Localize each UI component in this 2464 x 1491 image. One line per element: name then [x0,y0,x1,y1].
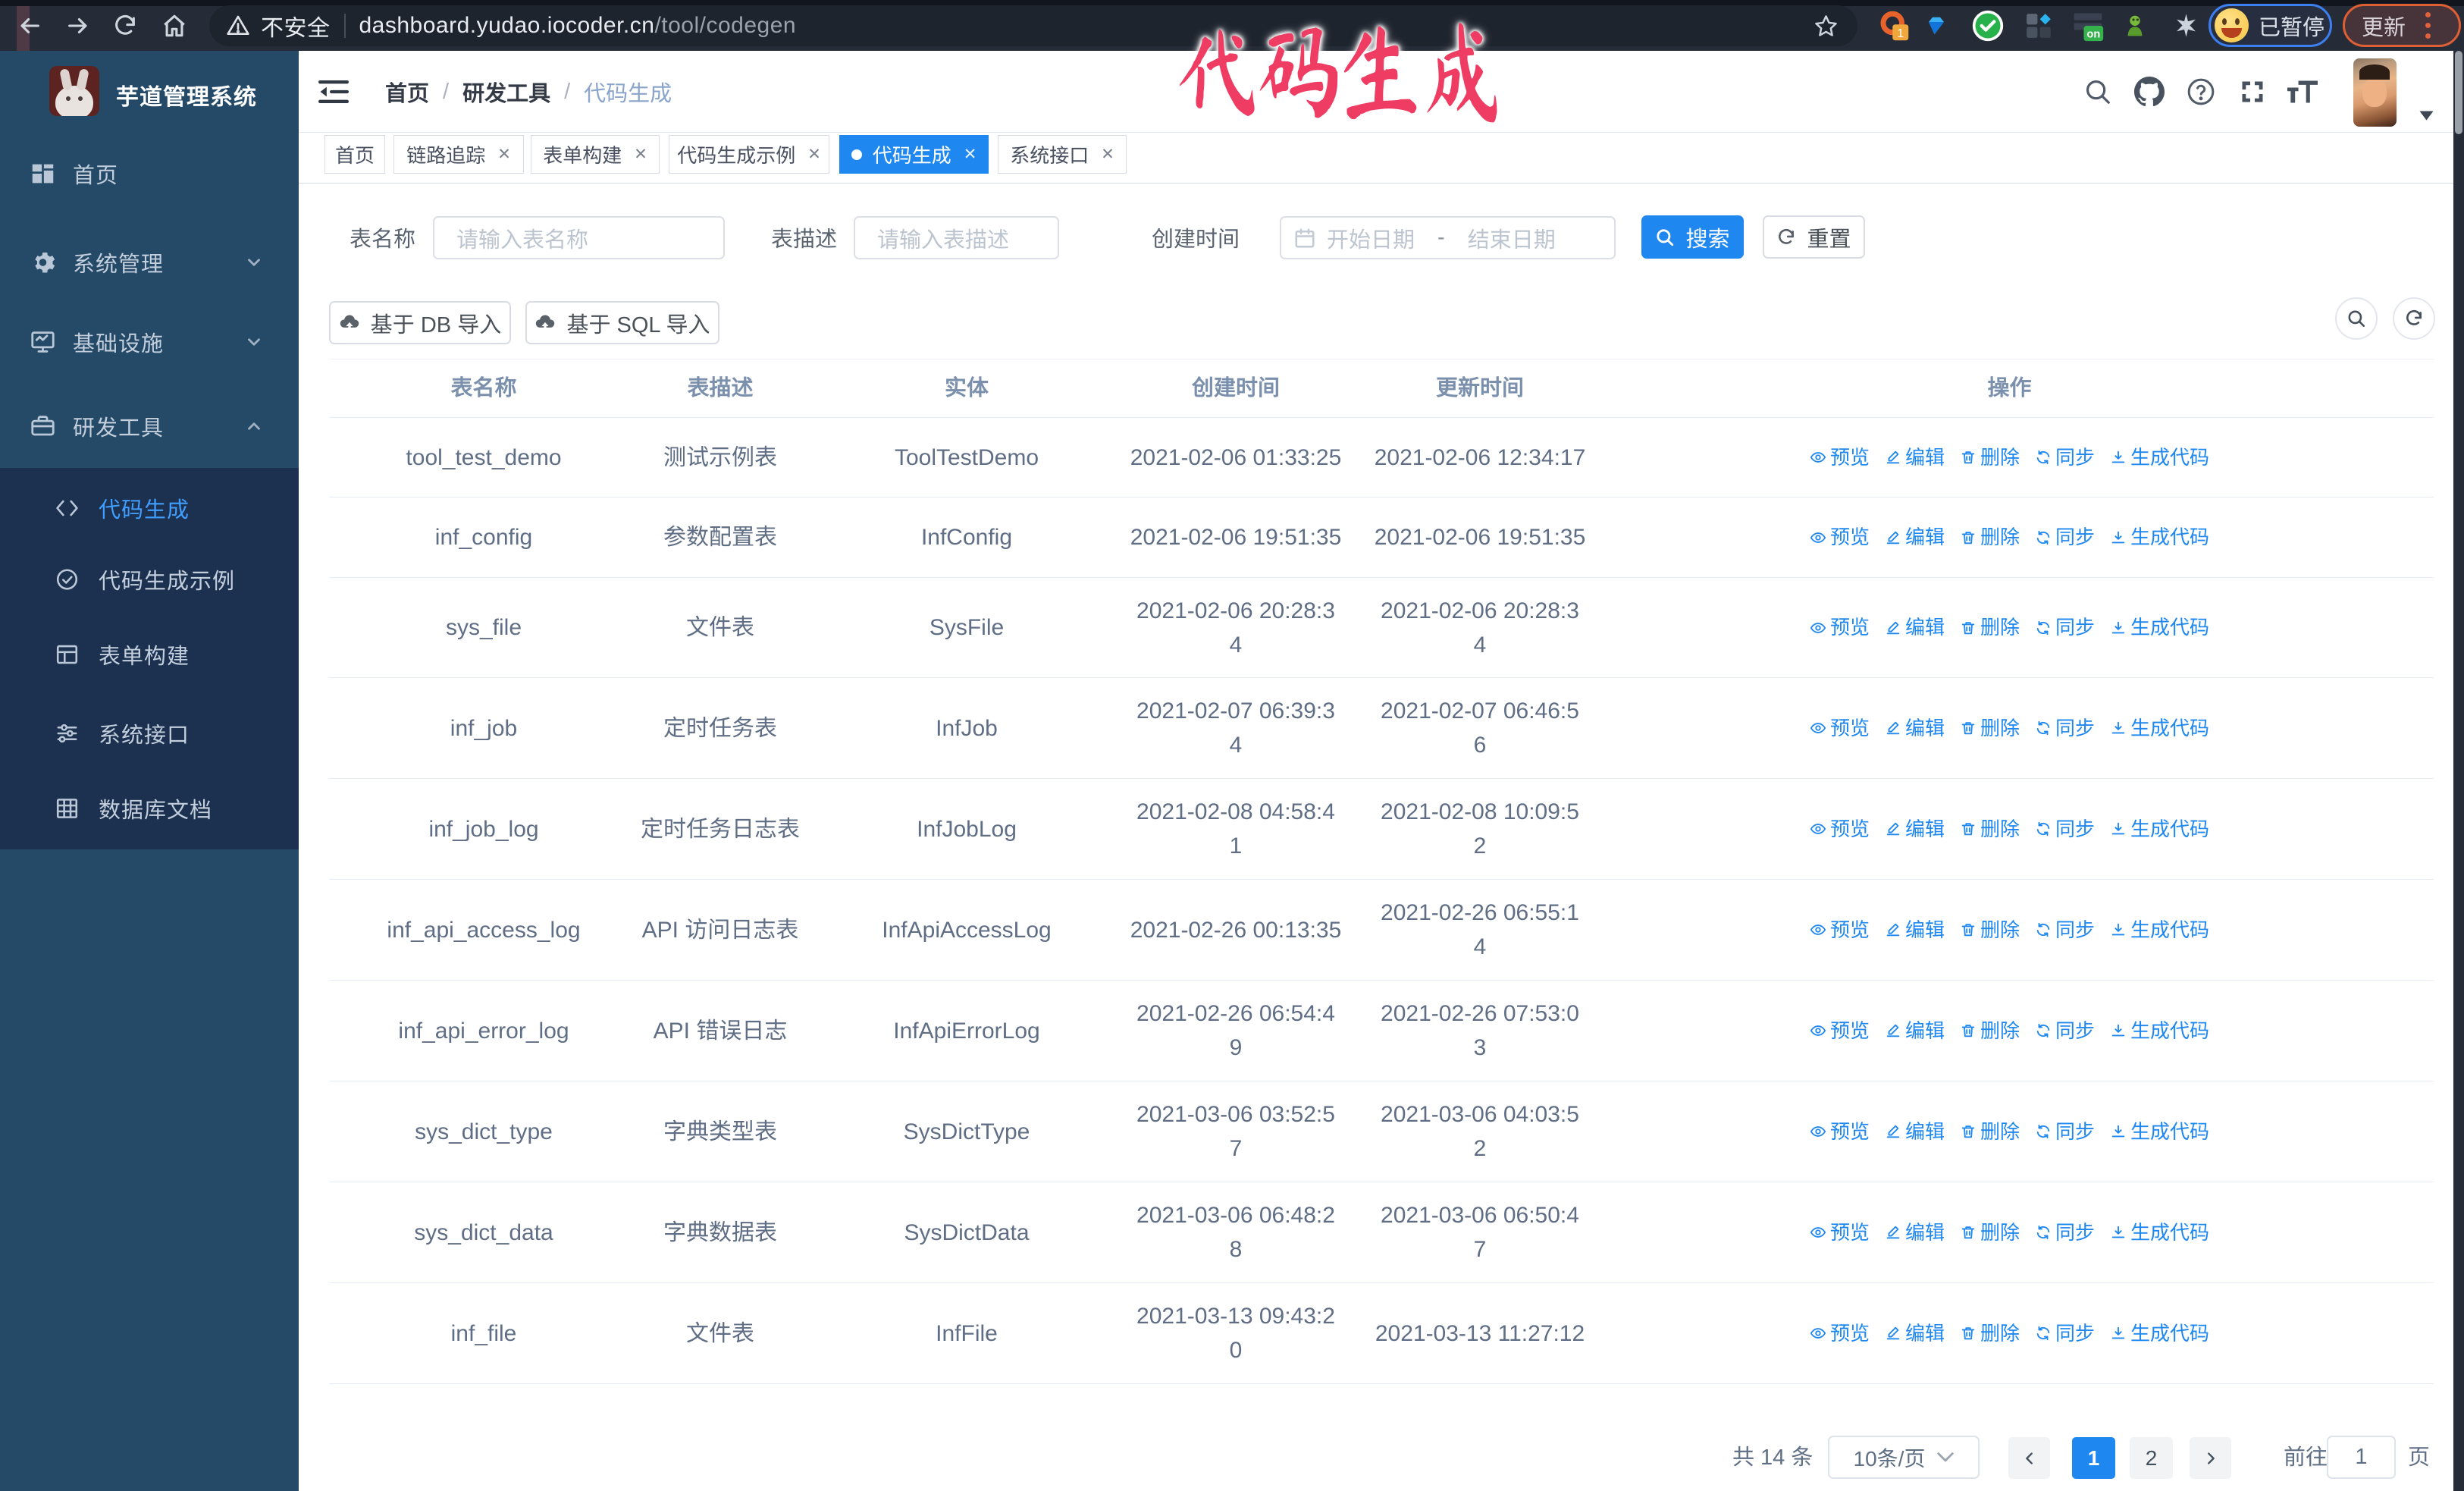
svg-text:1: 1 [1897,27,1904,39]
svg-text:on: on [2086,28,2100,40]
